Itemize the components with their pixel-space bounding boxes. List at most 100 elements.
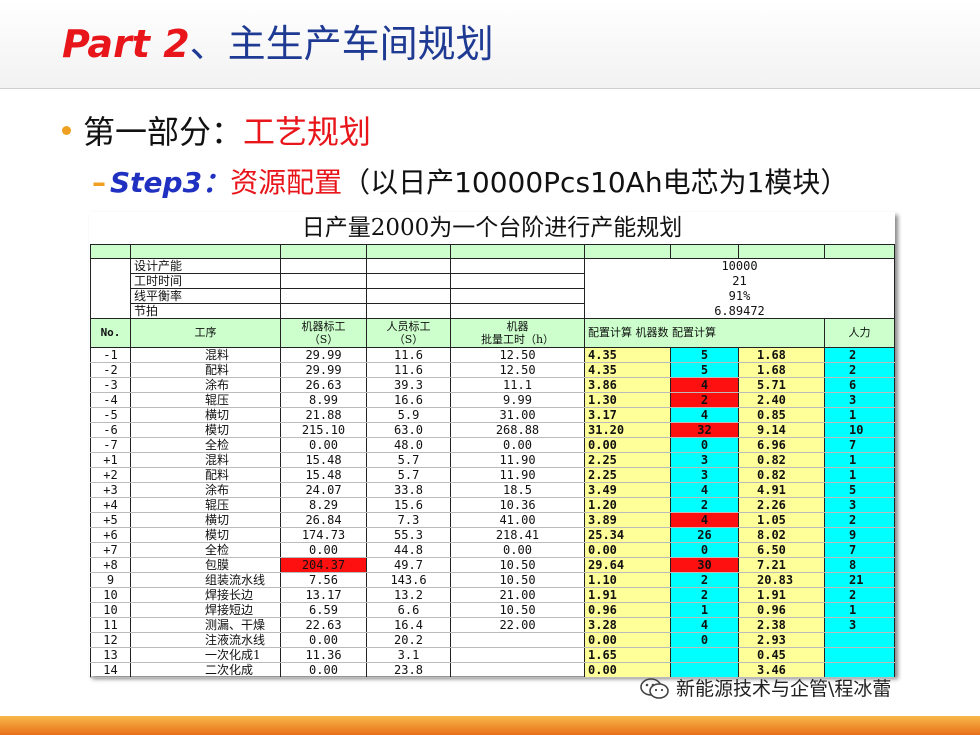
row-no: +1 bbox=[90, 452, 131, 468]
table-row: +4 辊压 8.29 15.6 10.36 1.20 2 2.26 3 bbox=[90, 497, 895, 513]
row-labor bbox=[824, 632, 895, 648]
row-no: 10 bbox=[90, 587, 131, 603]
row-batch-hours: 18.5 bbox=[450, 482, 585, 498]
row-batch-hours bbox=[450, 647, 585, 663]
row-machine-std: 24.07 bbox=[280, 482, 367, 498]
row-labor: 10 bbox=[824, 422, 895, 438]
header-batch: 机器 批量工时（h） bbox=[450, 318, 585, 348]
row-calc-2: 8.02 bbox=[738, 527, 825, 543]
row-person-std: 15.6 bbox=[366, 497, 451, 513]
row-person-std: 5.7 bbox=[366, 467, 451, 483]
row-calc-1: 0.00 bbox=[584, 542, 671, 558]
row-labor: 21 bbox=[824, 572, 895, 588]
title-part: Part 2 bbox=[62, 22, 190, 66]
row-person-std: 55.3 bbox=[366, 527, 451, 543]
step-topic: 资源配置 bbox=[230, 166, 343, 199]
row-person-std: 7.3 bbox=[366, 512, 451, 528]
bullet-line: 第一部分：工艺规划 bbox=[62, 112, 371, 152]
row-calc-2: 4.91 bbox=[738, 482, 825, 498]
row-machine-std: 215.10 bbox=[280, 422, 367, 438]
header-person-std: 人员标工 （S） bbox=[366, 318, 451, 348]
row-person-std: 11.6 bbox=[366, 362, 451, 378]
row-no: -4 bbox=[90, 392, 131, 408]
row-calc-2: 5.71 bbox=[738, 377, 825, 393]
row-calc-2: 6.96 bbox=[738, 437, 825, 453]
row-person-std: 63.0 bbox=[366, 422, 451, 438]
title-bar: Part 2、主生产车间规划 bbox=[0, 0, 980, 89]
row-process: 注液流水线 bbox=[130, 632, 281, 648]
row-calc-1: 0.00 bbox=[584, 632, 671, 648]
param-label: 设计产能 bbox=[130, 258, 281, 274]
table-row: -6 模切 215.10 63.0 268.88 31.20 32 9.14 10 bbox=[90, 422, 895, 438]
row-batch-hours bbox=[450, 632, 585, 648]
row-batch-hours: 10.50 bbox=[450, 572, 585, 588]
row-labor: 7 bbox=[824, 542, 895, 558]
table-row: 10 焊接长边 13.17 13.2 21.00 1.91 2 1.91 2 bbox=[90, 587, 895, 603]
row-batch-hours: 12.50 bbox=[450, 362, 585, 378]
row-machine-count: 4 bbox=[670, 407, 739, 423]
table-row: -5 横切 21.88 5.9 31.00 3.17 4 0.85 1 bbox=[90, 407, 895, 423]
param-row: 设计产能 10000 bbox=[90, 258, 895, 274]
row-process: 焊接长边 bbox=[130, 587, 281, 603]
row-calc-1: 3.89 bbox=[584, 512, 671, 528]
row-batch-hours: 0.00 bbox=[450, 437, 585, 453]
row-no: 9 bbox=[90, 572, 131, 588]
table-row: -4 辊压 8.99 16.6 9.99 1.30 2 2.40 3 bbox=[90, 392, 895, 408]
row-machine-count: 2 bbox=[670, 587, 739, 603]
param-label: 工时时间 bbox=[130, 273, 281, 289]
row-person-std: 20.2 bbox=[366, 632, 451, 648]
row-labor: 7 bbox=[824, 437, 895, 453]
row-no: -7 bbox=[90, 437, 131, 453]
row-person-std: 16.4 bbox=[366, 617, 451, 633]
row-machine-std: 26.84 bbox=[280, 512, 367, 528]
table-row: +5 横切 26.84 7.3 41.00 3.89 4 1.05 2 bbox=[90, 512, 895, 528]
row-person-std: 44.8 bbox=[366, 542, 451, 558]
row-person-std: 3.1 bbox=[366, 647, 451, 663]
row-calc-1: 31.20 bbox=[584, 422, 671, 438]
row-labor bbox=[824, 647, 895, 663]
param-row: 节拍 6.89472 bbox=[90, 303, 895, 319]
row-machine-count bbox=[670, 647, 739, 663]
row-labor: 1 bbox=[824, 602, 895, 618]
green-bar-row bbox=[90, 244, 895, 259]
row-batch-hours: 22.00 bbox=[450, 617, 585, 633]
row-labor: 2 bbox=[824, 362, 895, 378]
table-row: 13 一次化成1 11.36 3.1 1.65 0.45 bbox=[90, 647, 895, 663]
table-row: +7 全检 0.00 44.8 0.00 0.00 0 6.50 7 bbox=[90, 542, 895, 558]
row-machine-std: 8.99 bbox=[280, 392, 367, 408]
row-calc-2: 0.82 bbox=[738, 452, 825, 468]
row-labor: 2 bbox=[824, 347, 895, 363]
row-calc-2: 9.14 bbox=[738, 422, 825, 438]
row-process: 涂布 bbox=[130, 482, 281, 498]
row-calc-1: 4.35 bbox=[584, 347, 671, 363]
step-label: Step3： bbox=[110, 166, 231, 199]
row-machine-count: 1 bbox=[670, 602, 739, 618]
param-label: 节拍 bbox=[130, 303, 281, 319]
row-machine-count: 26 bbox=[670, 527, 739, 543]
row-calc-2: 20.83 bbox=[738, 572, 825, 588]
row-no: 14 bbox=[90, 662, 131, 678]
row-batch-hours bbox=[450, 662, 585, 678]
header-proc: 工序 bbox=[130, 318, 281, 348]
row-no: -1 bbox=[90, 347, 131, 363]
row-process: 全检 bbox=[130, 437, 281, 453]
row-machine-count: 2 bbox=[670, 392, 739, 408]
row-process: 混料 bbox=[130, 452, 281, 468]
row-no: -5 bbox=[90, 407, 131, 423]
row-batch-hours: 0.00 bbox=[450, 542, 585, 558]
row-labor: 3 bbox=[824, 497, 895, 513]
row-calc-1: 1.65 bbox=[584, 647, 671, 663]
bullet-highlight: 工艺规划 bbox=[243, 113, 372, 151]
row-process: 辊压 bbox=[130, 497, 281, 513]
row-machine-std: 0.00 bbox=[280, 437, 367, 453]
param-value: 10000 bbox=[584, 258, 895, 274]
row-person-std: 49.7 bbox=[366, 557, 451, 573]
row-calc-1: 4.35 bbox=[584, 362, 671, 378]
param-value: 6.89472 bbox=[584, 303, 895, 319]
row-labor: 9 bbox=[824, 527, 895, 543]
table-row: -1 混料 29.99 11.6 12.50 4.35 5 1.68 2 bbox=[90, 347, 895, 363]
row-calc-1: 29.64 bbox=[584, 557, 671, 573]
row-batch-hours: 9.99 bbox=[450, 392, 585, 408]
row-no: +5 bbox=[90, 512, 131, 528]
row-calc-2: 6.50 bbox=[738, 542, 825, 558]
